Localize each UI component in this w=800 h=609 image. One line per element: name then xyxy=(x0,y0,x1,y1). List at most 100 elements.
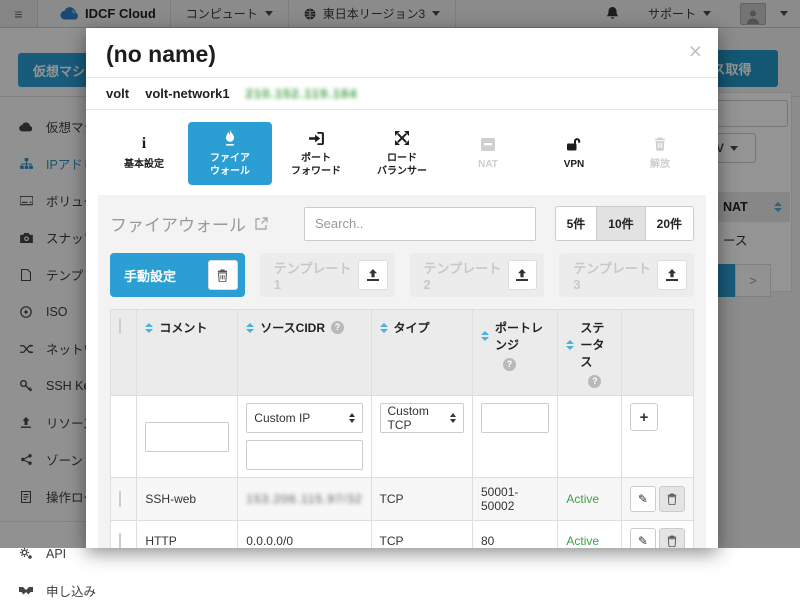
trash-icon xyxy=(667,535,677,547)
tab-release: 解放 xyxy=(618,122,702,185)
new-port-range-input[interactable] xyxy=(481,403,549,433)
ip-address-redacted: 210.152.119.184 xyxy=(246,86,358,101)
rule-source-cidr: 0.0.0.0/0 xyxy=(238,521,371,549)
template1-button[interactable]: テンプレート1 xyxy=(260,253,395,297)
column-header-port-range[interactable]: ポートレンジ ? xyxy=(473,310,558,396)
gears-icon xyxy=(19,548,33,560)
sidebar-item-label: API xyxy=(46,547,66,561)
firewall-title-text: ファイアウォール xyxy=(110,211,246,236)
column-label: タイプ xyxy=(394,319,430,336)
delete-rules-button[interactable] xyxy=(208,260,238,290)
tab-label: ロード バランサー xyxy=(377,153,427,178)
trash-icon xyxy=(654,135,666,153)
rule-port-range: 50001-50002 xyxy=(473,478,558,521)
close-icon[interactable]: × xyxy=(689,40,702,63)
firewall-header-row: ファイアウォール 5件 10件 20件 xyxy=(110,206,694,241)
manual-mode-button[interactable]: 手動設定 xyxy=(110,253,245,297)
rule-row-http: HTTP 0.0.0.0/0 TCP 80 Active ✎ xyxy=(111,521,694,549)
tab-port-forward[interactable]: ポート フォワード xyxy=(274,122,358,185)
sidebar-item-label: 申し込み xyxy=(46,581,96,600)
tab-label: 解放 xyxy=(650,159,670,172)
sort-icon xyxy=(566,340,574,350)
select-all-checkbox[interactable] xyxy=(119,318,121,334)
type-select-value: Custom TCP xyxy=(388,404,451,432)
sidebar-item-signup[interactable]: 申し込み xyxy=(0,572,199,609)
row-checkbox[interactable] xyxy=(119,491,121,507)
firewall-rules-table: コメント ソースCIDR ? タイプ ポートレンジ ? xyxy=(110,309,694,548)
template3-button[interactable]: テンプレート3 xyxy=(559,253,694,297)
pencil-icon: ✎ xyxy=(638,492,648,506)
rule-port-range: 80 xyxy=(473,521,558,549)
edit-rule-button[interactable]: ✎ xyxy=(630,486,656,512)
template2-button[interactable]: テンプレート2 xyxy=(410,253,545,297)
tab-vpn[interactable]: VPN xyxy=(532,122,616,185)
help-icon[interactable]: ? xyxy=(331,321,344,334)
template2-label: テンプレート2 xyxy=(424,258,508,292)
search-input[interactable] xyxy=(304,207,536,241)
add-rule-button[interactable]: + xyxy=(630,403,658,431)
network-info-bar: volt volt-network1 210.152.119.184 xyxy=(86,78,718,110)
page-size-10-button[interactable]: 10件 xyxy=(596,207,644,240)
tab-basic-settings[interactable]: i 基本設定 xyxy=(102,122,186,185)
expand-arrows-icon xyxy=(395,129,409,147)
tab-label: ファイア ウォール xyxy=(210,153,250,178)
new-comment-input[interactable] xyxy=(145,422,229,452)
rule-comment: SSH-web xyxy=(137,478,238,521)
rule-type: TCP xyxy=(371,521,473,549)
sort-icon xyxy=(246,323,254,333)
page-size-20-button[interactable]: 20件 xyxy=(645,207,693,240)
upload-icon[interactable] xyxy=(657,260,687,290)
source-type-select[interactable]: Custom IP xyxy=(246,403,362,433)
page-size-group: 5件 10件 20件 xyxy=(555,206,694,241)
rule-status: Active xyxy=(558,478,622,521)
new-source-cidr-input[interactable] xyxy=(246,440,362,470)
template1-label: テンプレート1 xyxy=(274,258,358,292)
trash-icon xyxy=(217,269,228,282)
column-header-type[interactable]: タイプ xyxy=(371,310,473,396)
delete-rule-button[interactable] xyxy=(659,486,685,512)
rule-status: Active xyxy=(558,521,622,549)
rule-type: TCP xyxy=(371,478,473,521)
plus-icon: + xyxy=(640,409,649,426)
column-label: コメント xyxy=(159,319,207,336)
help-icon[interactable]: ? xyxy=(588,375,601,388)
help-icon[interactable]: ? xyxy=(503,358,516,371)
trash-icon xyxy=(667,493,677,505)
upload-icon[interactable] xyxy=(508,260,538,290)
firewall-mode-row: 手動設定 テンプレート1 テンプレート2 テンプレート3 xyxy=(110,253,694,297)
network-detail-modal: (no name) × volt volt-network1 210.152.1… xyxy=(86,28,718,548)
select-arrows-icon xyxy=(450,413,456,423)
column-header-status[interactable]: ステータス ? xyxy=(558,310,622,396)
column-label: ソースCIDR xyxy=(260,319,325,336)
sort-icon xyxy=(380,323,388,333)
column-header-comment[interactable]: コメント xyxy=(137,310,238,396)
rule-source-cidr-redacted: 153.206.115.97/32 xyxy=(246,492,362,506)
info-icon: i xyxy=(142,135,146,153)
delete-rule-button[interactable] xyxy=(659,528,685,548)
tab-label: ポート フォワード xyxy=(291,153,341,178)
source-select-value: Custom IP xyxy=(254,411,310,425)
nat-box-icon xyxy=(481,135,495,153)
column-header-source-cidr[interactable]: ソースCIDR ? xyxy=(238,310,371,396)
sort-icon xyxy=(145,323,153,333)
tab-firewall[interactable]: ファイア ウォール xyxy=(188,122,272,185)
row-checkbox[interactable] xyxy=(119,533,121,548)
handshake-icon xyxy=(19,586,33,595)
tab-load-balancer[interactable]: ロード バランサー xyxy=(360,122,444,185)
modal-header: (no name) × xyxy=(86,28,718,78)
flame-icon xyxy=(224,129,236,147)
zone-name: volt xyxy=(106,86,129,101)
tab-label: NAT xyxy=(478,159,498,172)
upload-icon[interactable] xyxy=(358,260,388,290)
template3-label: テンプレート3 xyxy=(573,258,657,292)
table-header-row: コメント ソースCIDR ? タイプ ポートレンジ ? xyxy=(111,310,694,396)
pencil-icon: ✎ xyxy=(638,534,648,548)
page-size-5-button[interactable]: 5件 xyxy=(556,207,597,240)
manual-mode-label: 手動設定 xyxy=(124,266,176,285)
edit-rule-button[interactable]: ✎ xyxy=(630,528,656,548)
column-label: ステータス xyxy=(580,319,613,370)
external-link-icon[interactable] xyxy=(255,217,268,230)
firewall-section-title: ファイアウォール xyxy=(110,211,268,236)
modal-title: (no name) xyxy=(106,41,698,68)
protocol-type-select[interactable]: Custom TCP xyxy=(380,403,465,433)
